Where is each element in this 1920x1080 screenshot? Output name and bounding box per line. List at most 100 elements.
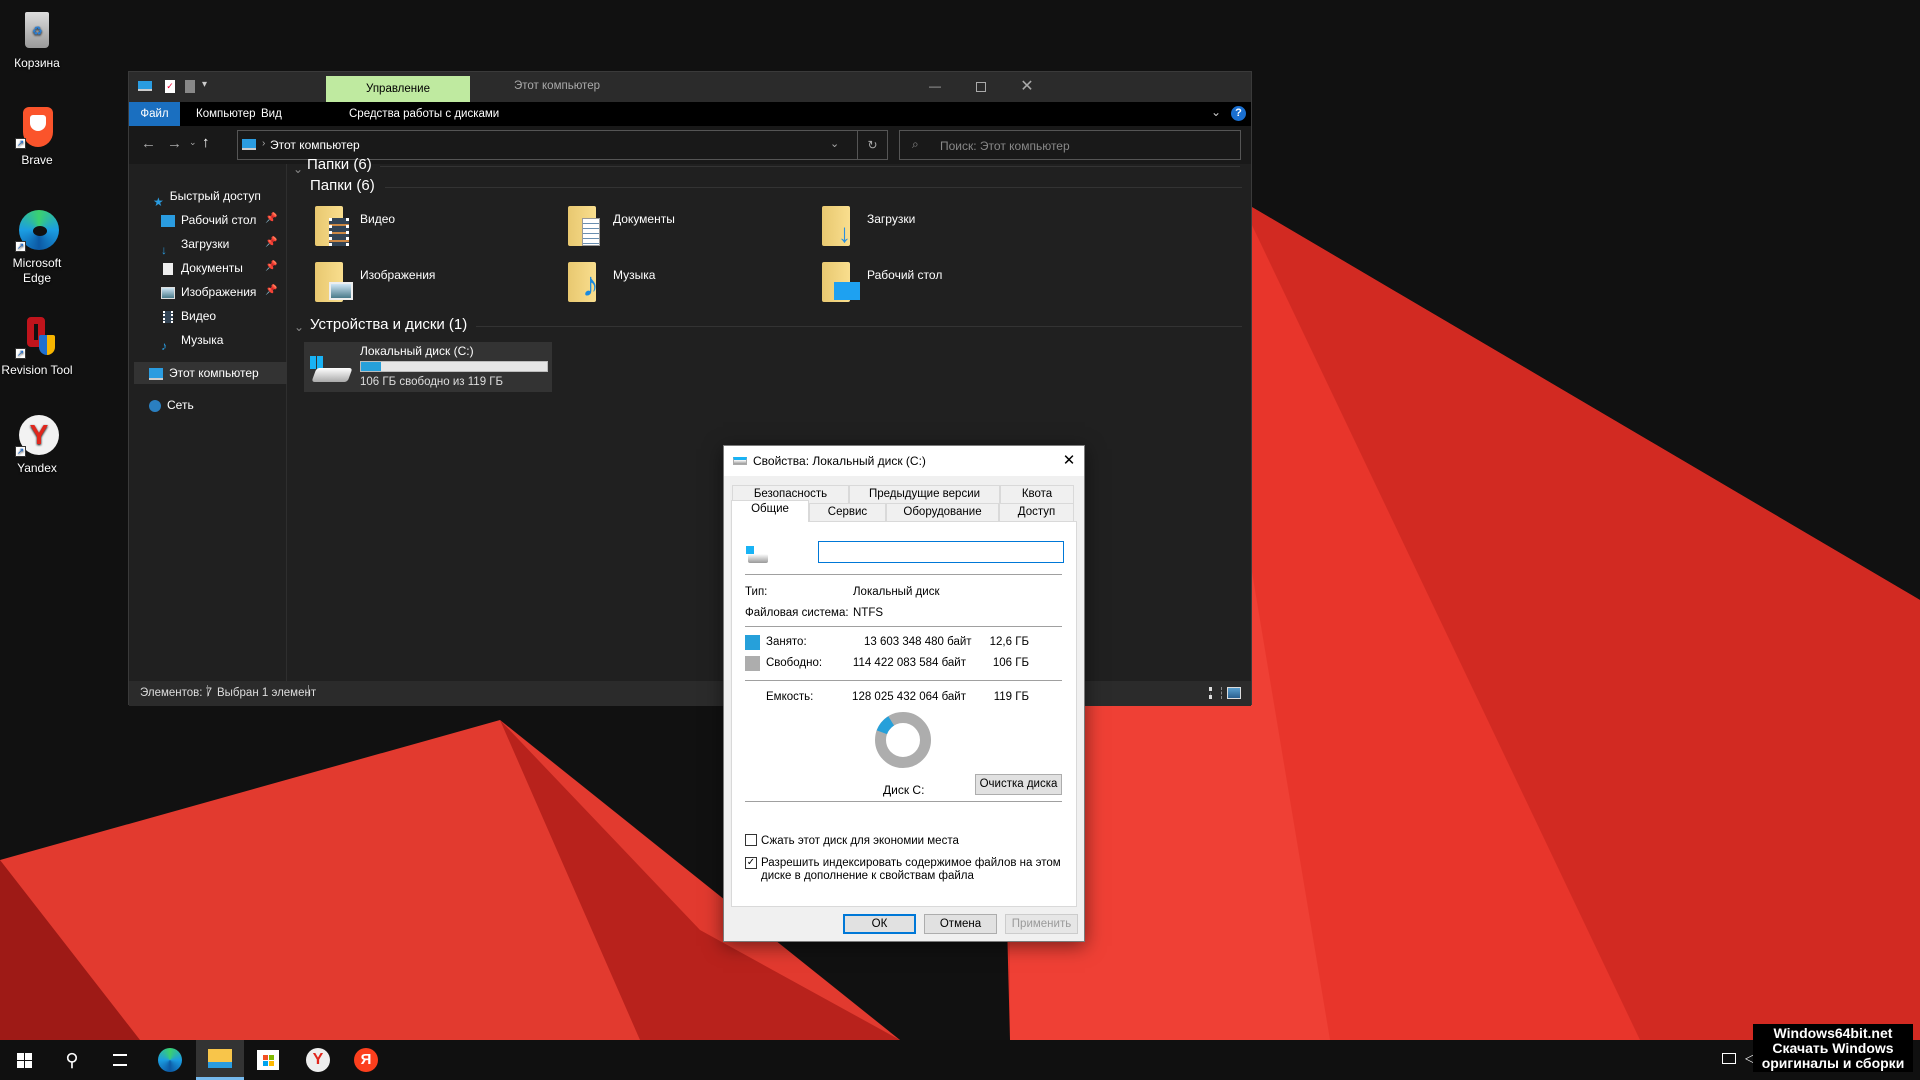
search-button[interactable]: ⚲ — [48, 1040, 96, 1080]
tab-previous-versions[interactable]: Предыдущие версии — [849, 485, 1000, 503]
maximize-button[interactable] — [958, 72, 1004, 102]
forward-button[interactable]: → — [167, 135, 182, 152]
taskbar-store[interactable] — [244, 1040, 292, 1080]
properties-quick-icon[interactable]: ✓ — [165, 80, 175, 93]
tab-file[interactable]: Файл — [129, 102, 180, 126]
cancel-button[interactable]: Отмена — [924, 914, 997, 934]
up-button[interactable]: ↑ — [202, 134, 210, 151]
disk-usage-donut — [873, 710, 933, 770]
folder-pictures-icon — [315, 262, 355, 306]
search-icon: ⚲ — [65, 1050, 78, 1071]
apply-button[interactable]: Применить — [1005, 914, 1078, 934]
drive-c-tile[interactable]: Локальный диск (C:) 106 ГБ свободно из 1… — [304, 342, 552, 392]
details-view-button[interactable] — [1209, 687, 1222, 699]
index-label-line2[interactable]: диске в дополнение к свойствам файла — [761, 870, 974, 882]
drive-usage-bar — [360, 361, 548, 372]
drive-label-input[interactable] — [818, 541, 1064, 563]
customize-toolbar-icon[interactable]: ▾ — [202, 79, 207, 90]
folder-downloads-icon: ↓ — [822, 206, 862, 250]
taskbar-edge[interactable] — [146, 1040, 194, 1080]
drive-free-text: 106 ГБ свободно из 119 ГБ — [360, 376, 503, 388]
nav-this-pc[interactable]: Этот компьютер — [149, 362, 259, 384]
nav-downloads[interactable]: ↓Загрузки — [161, 233, 229, 255]
folder-desktop[interactable]: Рабочий стол — [822, 262, 1072, 308]
desktop-icon-edge[interactable]: ↗ Microsoft Edge — [0, 208, 74, 286]
folders-section-header[interactable]: Папки (6) — [310, 177, 375, 194]
pin-icon[interactable]: 📌 — [265, 261, 277, 272]
nav-videos[interactable]: Видео — [161, 305, 216, 327]
dialog-close-button[interactable]: ✕ — [1054, 446, 1084, 476]
desktop-icon-label: Brave — [0, 153, 74, 167]
type-label: Тип: — [745, 586, 767, 598]
collapse-devices-icon[interactable]: ⌄ — [294, 320, 304, 334]
drive-name: Локальный диск (C:) — [360, 344, 474, 358]
nav-network[interactable]: Сеть — [149, 394, 194, 416]
nav-quick-access[interactable]: ★Быстрый доступ — [153, 185, 261, 207]
desktop-icon-revision-tool[interactable]: ↗ Revision Tool — [0, 315, 74, 377]
edge-icon — [158, 1048, 182, 1072]
recent-locations-icon[interactable]: ⌄ — [189, 137, 197, 148]
folder-documents[interactable]: Документы — [568, 206, 818, 252]
task-view-button[interactable] — [96, 1040, 144, 1080]
nav-documents[interactable]: Документы — [161, 257, 243, 279]
pin-icon[interactable]: 📌 — [265, 237, 277, 248]
folder-videos[interactable]: Видео — [315, 206, 565, 252]
search-box[interactable]: ⌕ Поиск: Этот компьютер — [899, 130, 1241, 160]
expand-ribbon-icon[interactable]: ⌄ — [1211, 105, 1221, 119]
new-folder-quick-icon[interactable] — [185, 80, 195, 93]
ok-button[interactable]: ОК — [843, 914, 916, 934]
start-button[interactable] — [0, 1040, 48, 1080]
devices-section-header[interactable]: Устройства и диски (1) — [310, 316, 467, 333]
close-button[interactable]: ✕ — [1004, 72, 1050, 102]
refresh-button[interactable]: ↻ — [858, 130, 888, 160]
pictures-icon — [161, 287, 175, 299]
filesystem-value: NTFS — [853, 607, 883, 619]
tab-hardware[interactable]: Оборудование — [886, 503, 999, 521]
nav-desktop[interactable]: Рабочий стол — [161, 209, 256, 231]
music-note-icon: ♪ — [161, 335, 175, 347]
disk-cleanup-button[interactable]: Очистка диска — [975, 774, 1062, 795]
compress-checkbox[interactable] — [745, 834, 757, 846]
nav-music[interactable]: ♪Музыка — [161, 329, 223, 351]
tab-general[interactable]: Общие — [731, 500, 809, 522]
index-label-line1[interactable]: Разрешить индексировать содержимое файло… — [761, 857, 1061, 869]
tab-quota[interactable]: Квота — [1000, 485, 1074, 503]
desktop-icon-yandex[interactable]: Y↗ Yandex — [0, 413, 74, 475]
help-icon[interactable]: ? — [1231, 106, 1246, 121]
large-icons-view-button[interactable] — [1227, 687, 1241, 699]
folder-music[interactable]: ♪Музыка — [568, 262, 818, 308]
nav-pictures[interactable]: Изображения — [161, 281, 256, 303]
minimize-button[interactable]: — — [912, 72, 958, 102]
taskbar-yandex-browser[interactable]: Y — [294, 1040, 342, 1080]
dialog-title-bar: Свойства: Локальный диск (C:) ✕ — [724, 446, 1084, 476]
taskbar-file-explorer[interactable] — [196, 1040, 244, 1080]
taskbar-yandex[interactable]: Я — [342, 1040, 390, 1080]
folder-pictures[interactable]: Изображения — [315, 262, 565, 308]
used-bytes: 13 603 348 480 байт — [864, 636, 966, 648]
used-gb: 12,6 ГБ — [984, 636, 1029, 648]
search-placeholder: Поиск: Этот компьютер — [940, 139, 1070, 153]
folder-downloads[interactable]: ↓Загрузки — [822, 206, 1072, 252]
tab-sharing[interactable]: Доступ — [999, 503, 1074, 521]
address-dropdown-icon[interactable]: ⌄ — [830, 137, 839, 150]
desktop-icon-recycle-bin[interactable]: ♻ Корзина — [0, 8, 74, 70]
pin-icon[interactable]: 📌 — [265, 213, 277, 224]
desktop-icon-brave[interactable]: ↗ Brave — [0, 105, 74, 167]
pin-icon[interactable]: 📌 — [265, 285, 277, 296]
tab-tools[interactable]: Сервис — [809, 503, 886, 521]
back-button[interactable]: ← — [141, 135, 156, 152]
index-checkbox[interactable]: ✓ — [745, 857, 757, 869]
nav-label: Видео — [181, 309, 216, 323]
network-tray-icon[interactable] — [1722, 1053, 1736, 1064]
tab-drive-tools[interactable]: Средства работы с дисками — [339, 102, 509, 126]
capacity-label: Емкость: — [766, 691, 813, 703]
selection-count: Выбран 1 элемент — [217, 687, 316, 699]
breadcrumb-separator: › — [262, 138, 265, 149]
compress-label[interactable]: Сжать этот диск для экономии места — [761, 835, 959, 847]
context-tab-manage[interactable]: Управление — [326, 76, 470, 102]
taskbar: ⚲ Y Я ◁ — [0, 1040, 1920, 1080]
tab-view[interactable]: Вид — [251, 102, 292, 126]
collapse-folders-icon[interactable]: ⌄ — [293, 162, 303, 176]
folders-header[interactable]: Папки (6) — [307, 156, 372, 173]
ribbon-tabs: Файл Компьютер Вид Средства работы с дис… — [129, 102, 1251, 126]
